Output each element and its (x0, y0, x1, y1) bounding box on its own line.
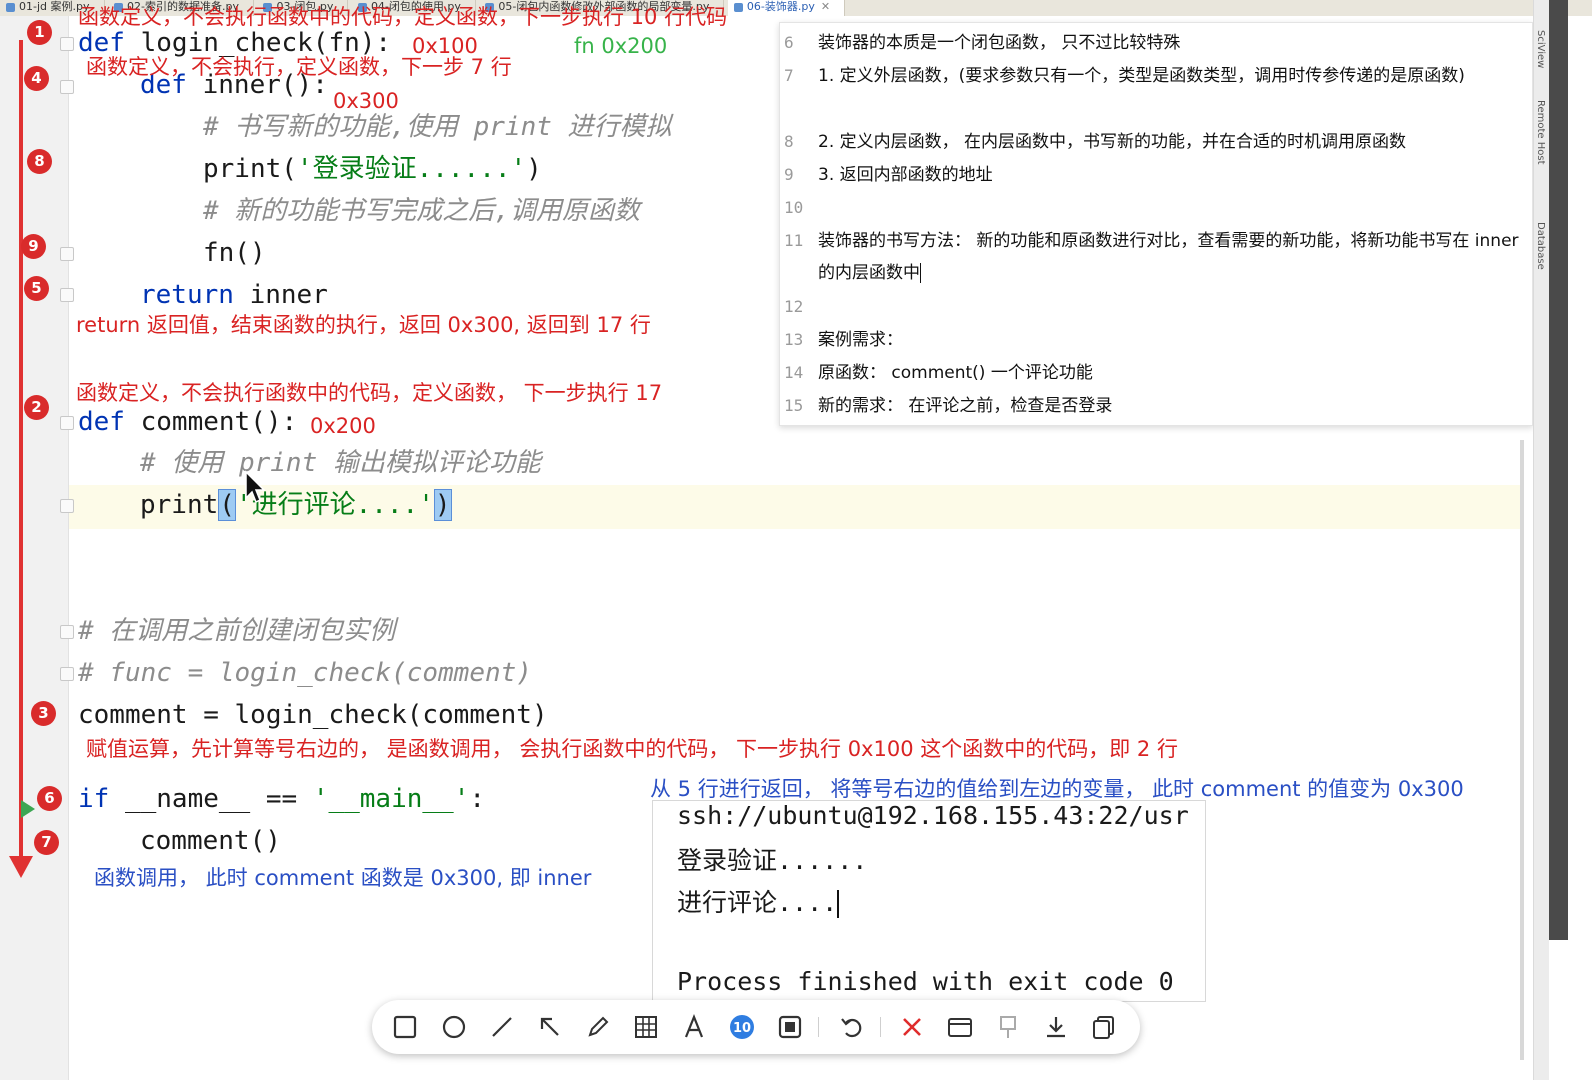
text-tool-icon[interactable] (678, 1011, 710, 1043)
fold-marker-icon[interactable] (60, 499, 74, 513)
run-icon[interactable] (21, 800, 35, 818)
code-line[interactable]: return inner (140, 280, 328, 310)
database-tab[interactable]: Database (1535, 222, 1546, 270)
fold-marker-icon[interactable] (60, 625, 74, 639)
note-line: 9 3. 返回内部函数的地址 (784, 165, 993, 185)
code-line[interactable]: def comment(): (78, 407, 297, 437)
blur-tool-icon[interactable] (774, 1011, 806, 1043)
step-badge: 4 (24, 66, 49, 91)
exit-message: Process finished with exit code 0 (677, 967, 1174, 996)
annotation-address: 0x300 (333, 89, 399, 113)
note-line: 13 案例需求： (784, 330, 903, 350)
matched-bracket: ) (433, 489, 452, 521)
mosaic-tool-icon[interactable] (630, 1011, 662, 1043)
execution-flow-arrowhead (9, 856, 33, 878)
code-comment[interactable]: # func = login_check(comment) (78, 658, 532, 688)
code-comment[interactable]: # 使用 print 输出模拟评论功能 (140, 448, 541, 478)
tool-window-strip: SciView Remote Host Database (1533, 0, 1549, 1080)
fold-marker-icon[interactable] (60, 247, 74, 261)
text-caret (837, 890, 840, 918)
code-line[interactable]: comment = login_check(comment) (78, 700, 548, 730)
code-line[interactable]: comment() (140, 826, 281, 856)
execution-flow-arrow (19, 40, 23, 860)
pin-icon[interactable] (992, 1011, 1024, 1043)
step-badge: 5 (24, 276, 49, 301)
close-tab-icon[interactable]: ✕ (821, 0, 830, 13)
annotation-note: 函数定义，不会执行函数中的代码，定义函数，下一步执行 10 行代码 (78, 5, 728, 29)
rectangle-tool-icon[interactable] (389, 1011, 421, 1043)
code-comment[interactable]: # 新的功能书写完成之后,调用原函数 (203, 196, 640, 226)
annotation-toolbar: 10 (372, 1000, 1140, 1054)
step-badge: 1 (27, 20, 52, 45)
note-line: 8 2. 定义内层函数， 在内层函数中，书写新的功能，并在合适的时机调用原函数 (784, 132, 1407, 152)
copy-icon[interactable] (1088, 1011, 1120, 1043)
step-badge: 6 (37, 786, 62, 811)
pencil-tool-icon[interactable] (582, 1011, 614, 1043)
arrow-tool-icon[interactable] (534, 1011, 566, 1043)
fold-marker-icon[interactable] (60, 37, 74, 51)
screenshot-window-icon[interactable] (944, 1011, 976, 1043)
note-line: 7 1. 定义外层函数，(要求参数只有一个，类型是函数类型，调用时传参传递的是原函… (784, 66, 1465, 86)
code-line[interactable]: print('进行评论....') (140, 489, 452, 521)
svg-text:10: 10 (733, 1021, 751, 1036)
step-badge: 9 (21, 234, 46, 259)
step-badge: 8 (27, 149, 52, 174)
download-icon[interactable] (1040, 1011, 1072, 1043)
code-comment[interactable]: # 书写新的功能,使用 print 进行模拟 (203, 112, 672, 142)
editor-gutter (0, 16, 69, 1080)
tab-06-decorator[interactable]: 06-装饰器.py ✕ (727, 0, 846, 16)
toolbar-divider (880, 1017, 881, 1037)
note-line: 11 装饰器的书写方法： 新的功能和原函数进行对比，查看需要的新功能，将新功能书写… (784, 231, 1519, 283)
note-line: 12 (784, 297, 804, 316)
fold-marker-icon[interactable] (60, 667, 74, 681)
run-output-panel[interactable]: ssh://ubuntu@192.168.155.43:22/usr 登录验证.… (652, 800, 1206, 1002)
annotation-note: 函数调用， 此时 comment 函数是 0x300, 即 inner (94, 866, 592, 890)
annotation-note: return 返回值，结束函数的执行，返回 0x300, 返回到 17 行 (76, 313, 651, 337)
note-line: 6 装饰器的本质是一个闭包函数， 只不过比较特殊 (784, 33, 1181, 53)
step-badge: 3 (31, 701, 56, 726)
toolbar-divider (818, 1017, 819, 1037)
code-line[interactable]: fn() (203, 238, 266, 268)
annotation-address: 0x200 (310, 414, 376, 438)
remote-host-tab[interactable]: Remote Host (1535, 100, 1546, 165)
step-badge: 7 (34, 830, 59, 855)
undo-icon[interactable] (836, 1011, 868, 1043)
note-line: 10 (784, 198, 804, 217)
line-tool-icon[interactable] (486, 1011, 518, 1043)
annotation-note: 函数定义，不会执行函数中的代码，定义函数， 下一步执行 17 (76, 381, 663, 405)
window-edge (1549, 0, 1568, 940)
step-number-tool-icon[interactable]: 10 (726, 1011, 758, 1043)
ellipse-tool-icon[interactable] (438, 1011, 470, 1043)
mouse-cursor-icon (245, 470, 266, 504)
python-file-icon (733, 2, 743, 12)
sciview-tab[interactable]: SciView (1535, 30, 1546, 68)
fold-marker-icon[interactable] (60, 80, 74, 94)
output-line: 进行评论.... (677, 888, 840, 918)
code-line[interactable]: if __name__ == '__main__': (78, 784, 485, 814)
fold-marker-icon[interactable] (60, 288, 74, 302)
step-badge: 2 (24, 395, 49, 420)
fold-marker-icon[interactable] (60, 416, 74, 430)
annotation-note: 从 5 行进行返回， 将等号右边的值给到左边的变量， 此时 comment 的值… (650, 777, 1464, 801)
code-line[interactable]: print('登录验证......') (203, 154, 542, 184)
note-line: 14 原函数： comment() 一个评论功能 (784, 363, 1093, 383)
output-line: 登录验证...... (677, 846, 868, 875)
annotation-note: 赋值运算，先计算等号右边的， 是函数调用， 会执行函数中的代码， 下一步执行 0… (86, 737, 1178, 761)
matched-bracket: ( (218, 489, 236, 521)
annotation-address: fn 0x200 (574, 34, 668, 58)
cancel-icon[interactable] (896, 1011, 928, 1043)
run-command: ssh://ubuntu@192.168.155.43:22/usr (677, 801, 1189, 830)
editor-scrollbar[interactable] (1520, 440, 1524, 1060)
code-comment[interactable]: # 在调用之前创建闭包实例 (78, 616, 395, 646)
python-file-icon (6, 2, 15, 12)
text-caret (920, 263, 921, 283)
notes-panel[interactable]: 6 装饰器的本质是一个闭包函数， 只不过比较特殊 7 1. 定义外层函数，(要求参数… (779, 22, 1533, 426)
note-line: 15 新的需求： 在评论之前，检查是否登录 (784, 396, 1113, 416)
annotation-note: 函数定义，不会执行，定义函数，下一步 7 行 (86, 55, 512, 79)
